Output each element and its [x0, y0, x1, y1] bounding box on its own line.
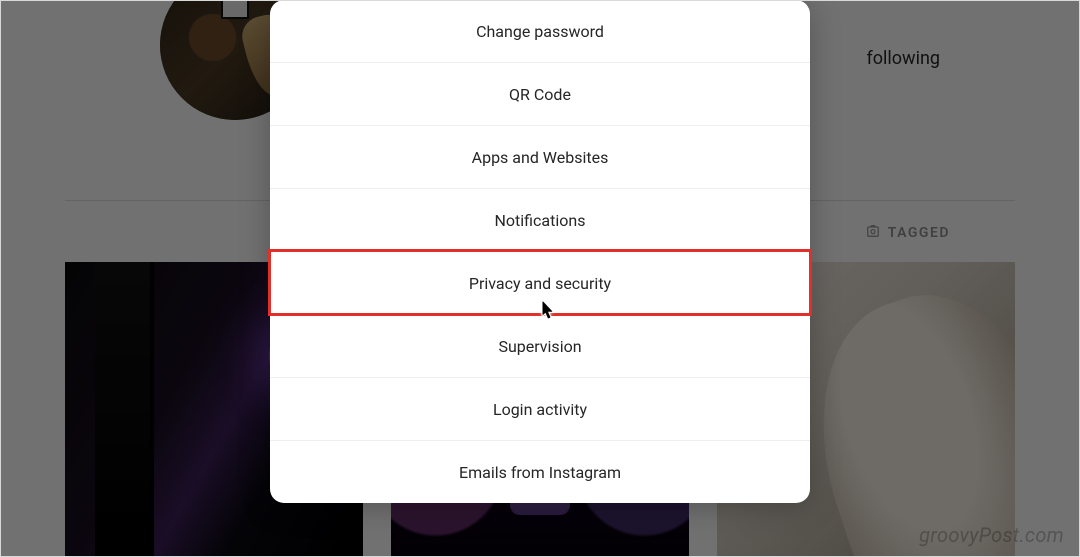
settings-item-label: Privacy and security	[469, 274, 611, 293]
screenshot-stage: following TAGGED Change password	[0, 0, 1080, 557]
settings-item-login-activity[interactable]: Login activity	[270, 377, 810, 440]
settings-item-notifications[interactable]: Notifications	[270, 188, 810, 251]
settings-item-privacy-security[interactable]: Privacy and security	[270, 251, 810, 314]
settings-modal: Change password QR Code Apps and Websites N…	[270, 0, 810, 503]
settings-item-label: Emails from Instagram	[459, 463, 621, 482]
settings-item-apps-websites[interactable]: Apps and Websites	[270, 125, 810, 188]
settings-item-label: Notifications	[495, 211, 586, 230]
settings-item-label: Apps and Websites	[472, 148, 609, 167]
settings-item-label: Login activity	[493, 400, 587, 419]
settings-item-qr-code[interactable]: QR Code	[270, 62, 810, 125]
settings-item-label: Change password	[476, 22, 604, 41]
settings-item-emails-instagram[interactable]: Emails from Instagram	[270, 440, 810, 503]
settings-item-change-password[interactable]: Change password	[270, 0, 810, 62]
settings-item-label: Supervision	[498, 337, 581, 356]
settings-item-supervision[interactable]: Supervision	[270, 314, 810, 377]
watermark: groovyPost.com	[919, 523, 1064, 547]
settings-item-label: QR Code	[509, 85, 571, 104]
